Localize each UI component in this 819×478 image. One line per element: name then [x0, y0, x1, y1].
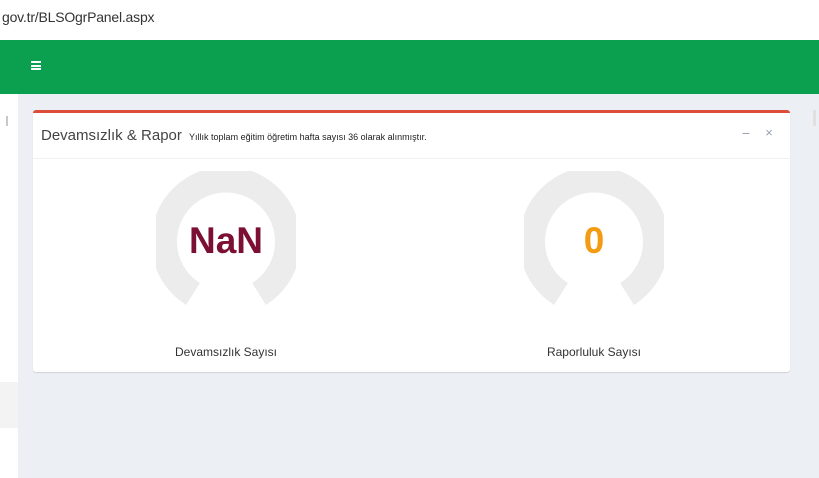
url-text[interactable]: gov.tr/BLSOgrPanel.aspx: [2, 9, 155, 25]
absence-gauge-value: NaN: [188, 220, 264, 261]
box-title-text: Devamsızlık & Rapor: [41, 127, 182, 144]
attendance-report-box: Devamsızlık & Rapor Yıllık toplam eğitim…: [33, 110, 790, 372]
browser-address-bar[interactable]: gov.tr/BLSOgrPanel.aspx: [0, 0, 819, 38]
close-icon[interactable]: ×: [762, 125, 776, 141]
report-gauge-value: 0: [583, 220, 605, 261]
report-gauge: 0: [524, 171, 664, 311]
absence-gauge-label: Devamsızlık Sayısı: [174, 345, 278, 359]
box-title-note: Yıllık toplam eğitim öğretim hafta sayıs…: [189, 132, 427, 142]
top-navbar: [0, 40, 819, 94]
minimize-icon[interactable]: −: [739, 125, 753, 141]
hamburger-menu-icon[interactable]: [31, 61, 41, 70]
box-title: Devamsızlık & Rapor Yıllık toplam eğitim…: [41, 127, 427, 144]
scrollbar-edge[interactable]: [813, 110, 816, 126]
report-gauge-label: Raporluluk Sayısı: [546, 345, 642, 359]
box-header: Devamsızlık & Rapor Yıllık toplam eğitim…: [33, 113, 790, 159]
absence-gauge: NaN: [156, 171, 296, 311]
sidebar-edge-lower: [0, 382, 18, 428]
sidebar-edge-mark: [6, 116, 8, 126]
